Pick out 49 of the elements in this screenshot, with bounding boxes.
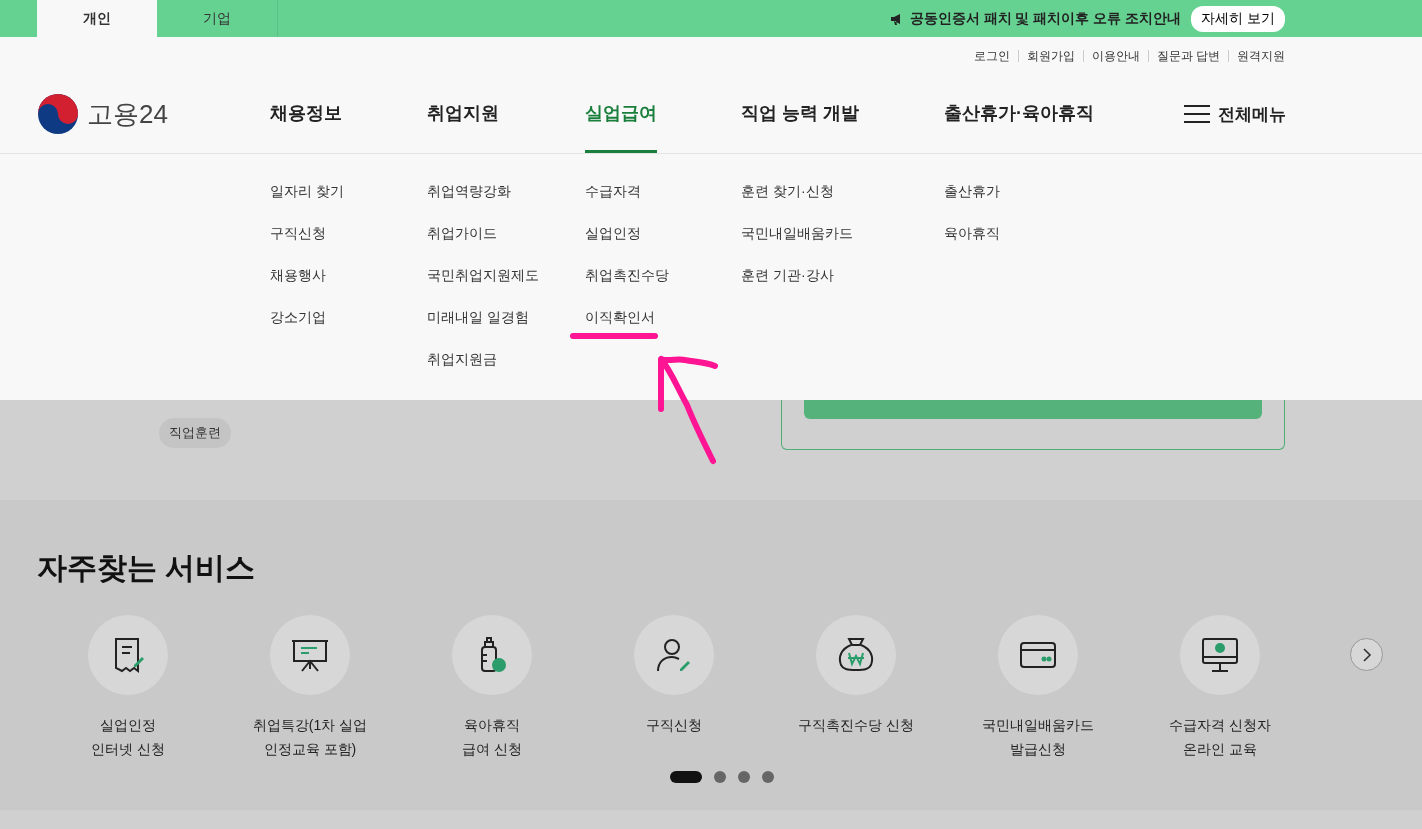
taegeuk-logo-icon bbox=[37, 93, 79, 135]
submenu-link[interactable]: 수급자격 bbox=[585, 181, 741, 201]
utility-link[interactable]: 로그인 bbox=[973, 47, 1010, 65]
carousel-dot[interactable] bbox=[738, 771, 750, 783]
site-logo-text[interactable]: 고용24 bbox=[87, 96, 168, 132]
service-shortcut[interactable]: 취업특강(1차 실업 인정교육 포함) bbox=[219, 615, 401, 761]
submenu-link[interactable]: 출산휴가 bbox=[944, 181, 1184, 201]
submenu-link[interactable]: 구직신청 bbox=[270, 223, 427, 243]
submenu-link[interactable]: 국민취업지원제도 bbox=[427, 265, 585, 285]
submenu-link[interactable]: 강소기업 bbox=[270, 307, 427, 327]
utility-link[interactable]: 원격지원 bbox=[1237, 47, 1285, 65]
submenu-link[interactable]: 취업지원금 bbox=[427, 349, 585, 369]
notice-text[interactable]: 공동인증서 패치 및 패치이후 오류 조치안내 bbox=[909, 9, 1182, 28]
service-shortcut[interactable]: 구직신청 bbox=[583, 615, 765, 737]
submenu-link[interactable]: 육아휴직 bbox=[944, 223, 1184, 243]
utility-link[interactable]: 질문과 답변 bbox=[1156, 47, 1220, 65]
submenu-link[interactable]: 미래내일 일경험 bbox=[427, 307, 585, 327]
submenu-link[interactable]: 취업가이드 bbox=[427, 223, 585, 243]
next-arrow-button[interactable] bbox=[1350, 638, 1383, 671]
chevron-right-icon bbox=[1360, 647, 1373, 662]
service-shortcut[interactable]: 실업인정 인터넷 신청 bbox=[37, 615, 219, 761]
utility-link[interactable]: 이용안내 bbox=[1091, 47, 1140, 65]
all-menu-button[interactable]: 전체메뉴 bbox=[1184, 75, 1286, 153]
submenu-link[interactable]: 취업촉진수당 bbox=[585, 265, 741, 285]
main-nav-item[interactable]: 취업지원 bbox=[427, 75, 499, 153]
service-shortcut[interactable]: 구직촉진수당 신청 bbox=[765, 615, 947, 737]
user-type-tab[interactable]: 기업 bbox=[157, 0, 277, 37]
submenu-link[interactable]: 국민내일배움카드 bbox=[741, 223, 944, 243]
menu-icon bbox=[1184, 105, 1210, 123]
submenu-link[interactable]: 이직확인서 bbox=[585, 307, 741, 327]
main-nav-item[interactable]: 채용정보 bbox=[270, 75, 342, 153]
submenu-link[interactable]: 채용행사 bbox=[270, 265, 427, 285]
submenu-link[interactable]: 훈련 찾기·신청 bbox=[741, 181, 944, 201]
keyword-chip[interactable]: 직업훈련 bbox=[159, 418, 231, 448]
main-nav-item[interactable]: 직업 능력 개발 bbox=[741, 75, 859, 153]
submenu-link[interactable]: 취업역량강화 bbox=[427, 181, 585, 201]
service-shortcut[interactable]: 국민내일배움카드 발급신청 bbox=[947, 615, 1129, 761]
submenu-link[interactable]: 일자리 찾기 bbox=[270, 181, 427, 201]
carousel-dot[interactable] bbox=[762, 771, 774, 783]
carousel-dot[interactable] bbox=[714, 771, 726, 783]
submenu-link[interactable]: 실업인정 bbox=[585, 223, 741, 243]
main-nav-item[interactable]: 출산휴가·육아휴직 bbox=[944, 75, 1094, 153]
service-shortcut[interactable]: 수급자격 신청자 온라인 교육 bbox=[1129, 615, 1311, 761]
service-shortcut[interactable]: 육아휴직 급여 신청 bbox=[401, 615, 583, 761]
utility-link[interactable]: 회원가입 bbox=[1026, 47, 1075, 65]
details-button[interactable]: 자세히 보기 bbox=[1191, 5, 1285, 32]
section-title: 자주찾는 서비스 bbox=[37, 550, 257, 586]
user-type-tab[interactable]: 개인 bbox=[37, 0, 157, 37]
submenu-link[interactable]: 훈련 기관·강사 bbox=[741, 265, 944, 285]
